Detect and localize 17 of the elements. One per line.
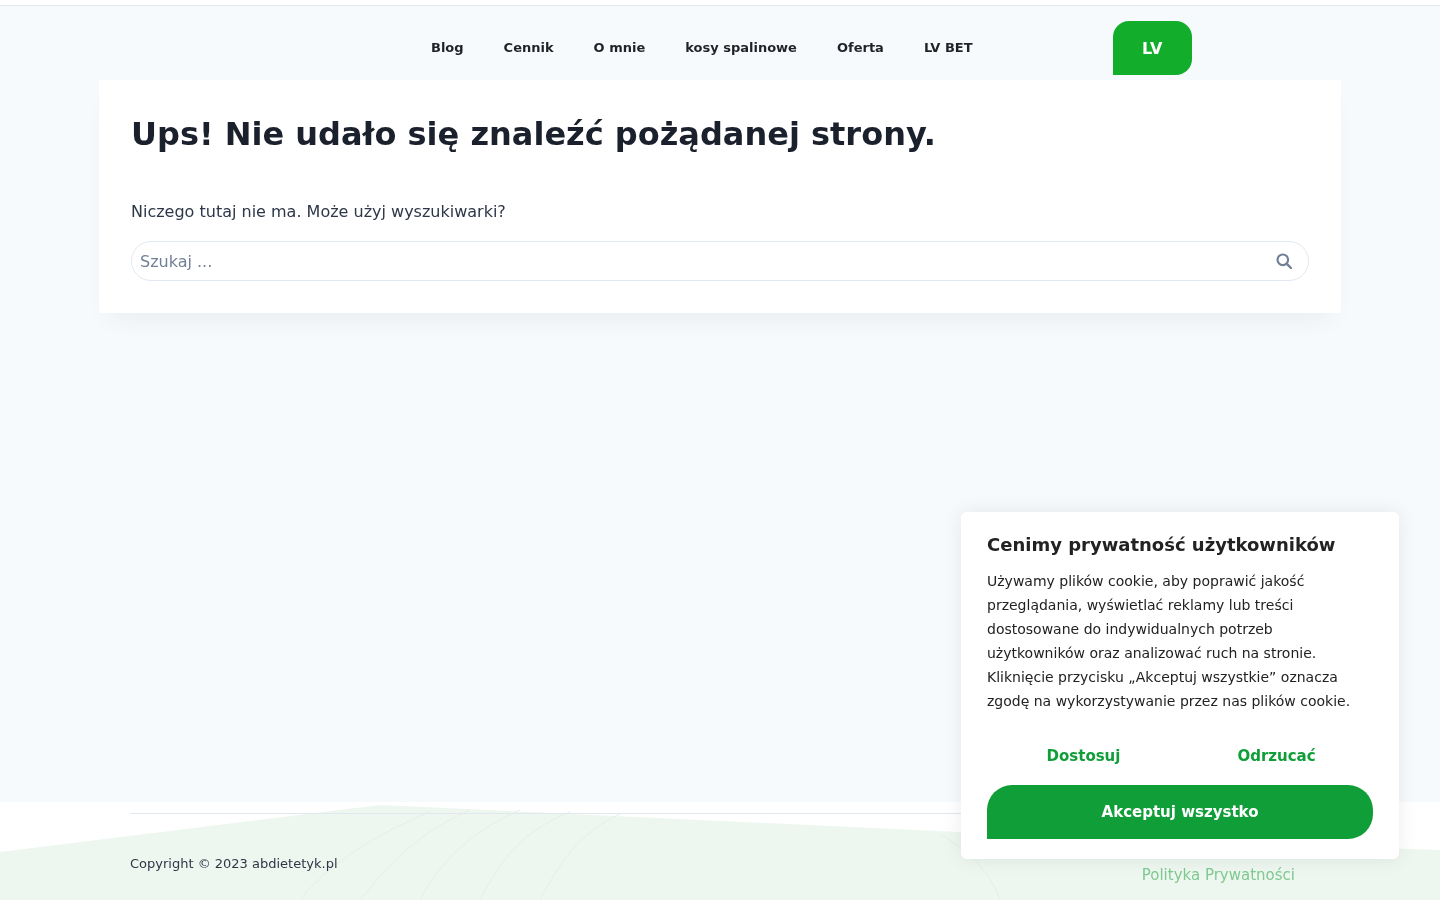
accept-button[interactable]: Akceptuj wszystko [987,785,1373,839]
nav-link[interactable]: LV BET [903,38,993,58]
nav-link[interactable]: Oferta [816,38,904,58]
nav-link[interactable]: O mnie [573,38,666,58]
page-title: Ups! Nie udało się znaleźć pożądanej strony. [131,114,937,155]
cookie-title: Cenimy prywatność użytkowników [987,534,1337,556]
search-field[interactable]: Szukaj ... [131,241,1309,281]
cookie-text-button[interactable]: Dostosuj [1040,736,1127,776]
nav-link[interactable]: kosy spalinowe [665,38,817,58]
nav-link[interactable]: Blog [411,38,484,58]
search-icon [1276,253,1292,269]
cookie-text: Używamy plików cookie, aby poprawić jakość przeglądania, wyświetlać reklamy lub treści dostosowane do indywidualnych potrzeb użytkowników oraz analizować ruch na stronie. Kliknięcie przycisku „Akceptuj wszystkie” oznacza zgodę na wykorzystywanie przez nas plików cookie. [987,572,1352,711]
search-button[interactable] [1276,253,1292,269]
cookie-text-button[interactable]: Odrzucać [1231,736,1322,776]
copyright-text: Copyright © 2023 abdietetyk.pl [130,855,338,873]
message-text: Niczego tutaj nie ma. Może użyj wyszukiwarki? [131,201,507,223]
nav-link[interactable]: Cennik [483,38,574,58]
